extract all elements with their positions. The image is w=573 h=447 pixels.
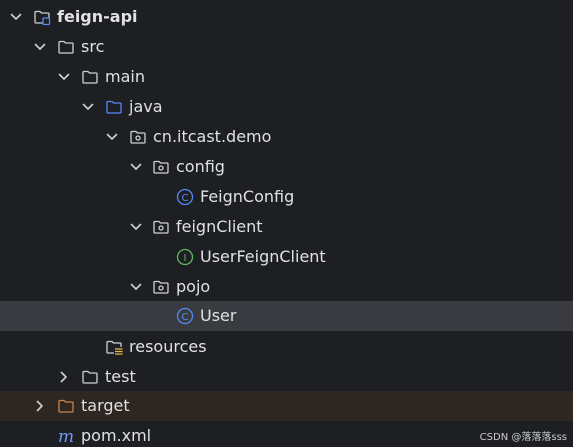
tree-row-java[interactable]: java [0,92,573,122]
watermark-text: CSDN @落落落sss [479,432,567,443]
tree-row-pojo[interactable]: pojo [0,272,573,302]
tree-label-package: cn.itcast.demo [153,127,272,146]
tree-label-test: test [105,367,136,386]
tree-label-user-feign-client: UserFeignClient [200,247,326,266]
tree-row-feign-client-pkg[interactable]: feignClient [0,212,573,242]
folder-icon [58,40,74,54]
source-folder-icon [106,100,122,114]
tree-label-pojo: pojo [176,277,211,296]
tree-label-feign-client-pkg: feignClient [176,217,263,236]
tree-row-resources[interactable]: resources [0,332,573,362]
chevron-down-icon[interactable] [128,279,144,295]
class-icon: C [176,188,194,206]
tree-label-feign-api: feign-api [57,7,138,26]
package-icon [130,130,146,144]
tree-label-config: config [176,157,225,176]
interface-icon: I [176,248,194,266]
tree-label-src: src [81,37,105,56]
chevron-down-icon[interactable] [128,159,144,175]
package-icon [153,160,169,174]
tree-row-src[interactable]: src [0,32,573,62]
tree-row-user[interactable]: C User [0,301,573,331]
tree-row-config[interactable]: config [0,152,573,182]
chevron-down-icon[interactable] [80,99,96,115]
tree-label-user: User [200,306,237,325]
chevron-right-icon[interactable] [32,398,48,414]
tree-row-main[interactable]: main [0,62,573,92]
tree-label-pom: pom.xml [81,426,152,445]
tree-row-feign-api[interactable]: feign-api [0,2,573,32]
chevron-right-icon[interactable] [56,369,72,385]
tree-label-feign-config: FeignConfig [200,187,295,206]
svg-text:m: m [58,427,74,445]
chevron-down-icon[interactable] [128,219,144,235]
tree-label-target: target [81,396,130,415]
chevron-down-icon[interactable] [56,69,72,85]
chevron-down-icon[interactable] [8,9,24,25]
tree-row-feign-config[interactable]: C FeignConfig [0,182,573,212]
tree-label-resources: resources [129,337,207,356]
svg-text:I: I [184,253,187,264]
maven-icon: m [58,427,74,445]
tree-row-target[interactable]: target [0,391,573,421]
class-icon: C [176,307,194,325]
package-icon [153,280,169,294]
tree-row-user-feign-client[interactable]: I UserFeignClient [0,242,573,272]
svg-text:C: C [182,193,189,204]
tree-row-package[interactable]: cn.itcast.demo [0,122,573,152]
project-tree: feign-api src main java cn.itcast.demo c… [0,0,573,447]
tree-label-main: main [105,67,145,86]
chevron-down-icon[interactable] [32,39,48,55]
module-folder-icon [34,10,51,26]
folder-icon [82,370,98,384]
svg-text:C: C [182,312,189,323]
excluded-folder-icon [58,399,74,413]
resources-folder-icon [106,340,123,356]
folder-icon [82,70,98,84]
tree-label-java: java [129,97,163,116]
package-icon [153,220,169,234]
tree-row-test[interactable]: test [0,362,573,392]
chevron-down-icon[interactable] [104,129,120,145]
